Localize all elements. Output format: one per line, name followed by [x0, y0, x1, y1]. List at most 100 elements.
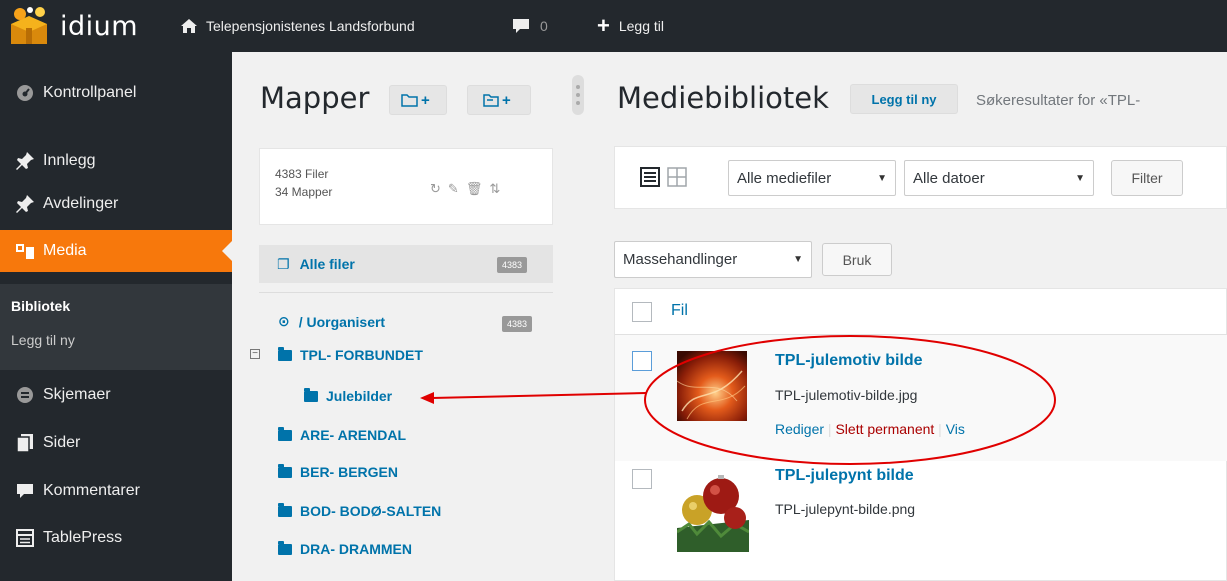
folder-plus-icon: +: [401, 92, 430, 108]
date-select[interactable]: Alle datoer ▼: [904, 160, 1094, 196]
files-count: 4383 Filer: [275, 167, 329, 181]
tree-item-arendal[interactable]: ARE- ARENDAL: [278, 426, 407, 443]
grid-view-icon[interactable]: [667, 167, 687, 187]
dropdown-arrow-icon: ▼: [877, 172, 887, 184]
edit-link[interactable]: Rediger: [775, 421, 824, 437]
tree-label: DRA- DRAMMEN: [300, 541, 412, 557]
pages-icon: [14, 432, 36, 454]
forms-icon: [14, 384, 36, 406]
trash-icon[interactable]: 🗑: [466, 181, 483, 197]
idium-logo[interactable]: idium: [8, 0, 138, 52]
tree-label: BER- BERGEN: [300, 464, 399, 480]
menu-label: Kontrollpanel: [43, 84, 137, 101]
menu-label: Innlegg: [43, 152, 96, 169]
delete-permanently-link[interactable]: Slett permanent: [835, 421, 934, 437]
folder-icon: [278, 502, 292, 517]
filter-button[interactable]: Filter: [1111, 160, 1183, 196]
menu-dashboard[interactable]: Kontrollpanel: [0, 72, 232, 114]
menu-posts[interactable]: Innlegg: [0, 140, 232, 182]
svg-text:+: +: [502, 92, 511, 108]
dropdown-arrow-icon: ▼: [793, 254, 803, 265]
table-row: TPL-julemotiv bilde TPL-julemotiv-bilde.…: [615, 335, 1227, 461]
menu-media[interactable]: Media: [0, 230, 232, 272]
sort-icon[interactable]: ⇅: [489, 181, 500, 197]
folder-icon: [278, 346, 292, 361]
tree-item-drammen[interactable]: DRA- DRAMMEN: [278, 540, 412, 557]
menu-label: Kommentarer: [43, 482, 140, 499]
menu-comments[interactable]: Kommentarer: [0, 470, 232, 512]
dashboard-icon: [14, 82, 36, 104]
active-arrow: [222, 241, 232, 261]
table-row: TPL-julepynt bilde TPL-julepynt-bilde.pn…: [615, 461, 1227, 581]
unorganized-count-badge: 4383: [502, 316, 533, 332]
column-file-header[interactable]: Fil: [671, 302, 688, 320]
julemotiv-thumbnail[interactable]: [677, 351, 747, 421]
dropdown-arrow-icon: ▼: [1075, 172, 1085, 184]
tree-item-bergen[interactable]: BER- BERGEN: [278, 463, 399, 480]
media-toolbar: Alle mediefiler ▼ Alle datoer ▼ Filter: [614, 146, 1227, 209]
site-name: Telepensjonistenes Landsforbund: [206, 18, 415, 34]
folder-tools: ↻ ✎ 🗑 ⇅: [430, 181, 500, 197]
pin-icon: [14, 193, 36, 215]
logo-text: idium: [60, 10, 139, 42]
menu-label: TablePress: [43, 529, 123, 546]
search-results-label: Søkeresultater for «TPL-: [976, 92, 1141, 109]
admin-sidebar: Kontrollpanel Innlegg Avdelinger Media B…: [0, 52, 232, 581]
media-icon: [14, 240, 36, 262]
refresh-icon[interactable]: ↻: [430, 181, 441, 197]
site-name-link[interactable]: Telepensjonistenes Landsforbund: [180, 0, 415, 52]
view-link[interactable]: Vis: [946, 421, 965, 437]
bulk-actions-select[interactable]: Massehandlinger ▼: [614, 241, 812, 278]
subfolder-plus-icon: +: [483, 92, 511, 108]
row-title-link[interactable]: TPL-julepynt bilde: [775, 467, 914, 485]
add-new-button[interactable]: Legg til ny: [850, 84, 958, 114]
table-icon: [14, 527, 36, 549]
menu-tablepress[interactable]: TablePress: [0, 517, 232, 559]
home-icon: [181, 19, 197, 33]
tree-item-bodo[interactable]: BOD- BODØ-SALTEN: [278, 502, 441, 519]
collapse-icon[interactable]: −: [250, 349, 260, 359]
submenu-library[interactable]: Bibliotek: [11, 298, 70, 314]
media-type-select[interactable]: Alle mediefiler ▼: [728, 160, 896, 196]
select-all-checkbox[interactable]: [632, 302, 652, 322]
pencil-icon[interactable]: ✎: [448, 181, 459, 197]
tree-label: / Uorganisert: [298, 313, 386, 330]
add-new-label: Legg til: [618, 18, 665, 34]
table-header: Fil: [615, 289, 1227, 335]
select-value: Massehandlinger: [623, 251, 738, 268]
tree-label: ARE- ARENDAL: [300, 427, 407, 443]
row-checkbox[interactable]: [632, 469, 652, 489]
all-files-item[interactable]: ❐ Alle filer 4383: [259, 245, 553, 283]
menu-forms[interactable]: Skjemaer: [0, 374, 232, 416]
menu-departments[interactable]: Avdelinger: [0, 183, 232, 225]
row-checkbox[interactable]: [632, 351, 652, 371]
panel-resize-handle[interactable]: [572, 75, 584, 115]
folder-icon: [278, 463, 292, 478]
select-value: Alle datoer: [913, 169, 985, 187]
menu-label: Sider: [43, 434, 81, 451]
comments-link[interactable]: 0: [512, 0, 548, 52]
comments-count: 0: [540, 18, 548, 34]
all-files-count-badge: 4383: [497, 257, 528, 273]
tree-label: Julebilder: [326, 388, 393, 404]
apply-button[interactable]: Bruk: [822, 243, 892, 276]
copy-icon: ❐: [277, 255, 290, 272]
row-actions: Rediger | Slett permanent | Vis: [775, 421, 965, 437]
new-folder-button[interactable]: +: [389, 85, 447, 115]
submenu-add-new[interactable]: Legg til ny: [11, 332, 75, 348]
row-title-link[interactable]: TPL-julemotiv bilde: [775, 352, 923, 370]
list-view-icon[interactable]: [640, 167, 660, 187]
new-subfolder-button[interactable]: +: [467, 85, 531, 115]
select-value: Alle mediefiler: [737, 169, 832, 187]
pin-icon: [14, 150, 36, 172]
plus-icon: +: [597, 13, 610, 38]
add-new-link[interactable]: + Legg til: [597, 0, 664, 52]
tree-item-julebilder[interactable]: Julebilder: [304, 387, 393, 404]
media-submenu: Bibliotek Legg til ny: [0, 284, 232, 370]
julepynt-thumbnail[interactable]: [677, 466, 749, 552]
folders-panel: Mapper + + 4383 Filer 34 Mapper ↻ ✎ 🗑 ⇅ …: [232, 52, 572, 581]
page-title: Mediebibliotek: [617, 81, 829, 115]
tree-item-tpl-forbundet[interactable]: TPL- FORBUNDET: [278, 346, 423, 363]
tree-item-unorganized[interactable]: ⊙ / Uorganisert: [278, 313, 385, 330]
menu-pages[interactable]: Sider: [0, 422, 232, 464]
